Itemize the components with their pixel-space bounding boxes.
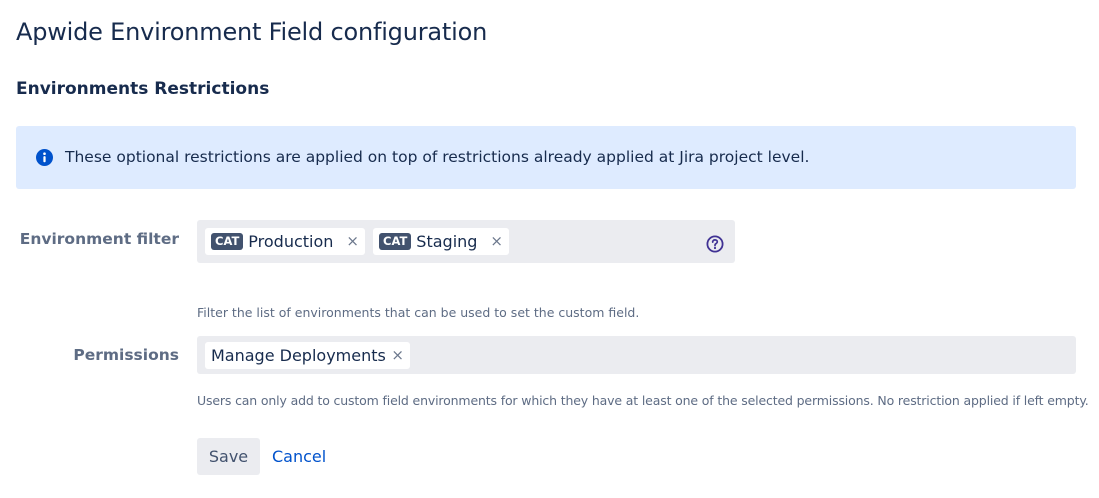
environment-filter-help-text: Filter the list of environments that can… [197,305,640,320]
permissions-label: Permissions [73,346,179,364]
remove-chip-icon[interactable]: × [346,233,359,250]
environment-filter-label: Environment filter [19,230,179,248]
category-badge: CAT [379,233,412,250]
chip-label: Production [248,232,334,251]
info-icon [36,149,53,166]
chip-label: Staging [416,232,478,251]
question-circle-icon[interactable] [706,235,724,253]
remove-chip-icon[interactable]: × [490,233,503,250]
section-title: Environments Restrictions [16,79,270,99]
page-title: Apwide Environment Field configuration [16,18,488,46]
category-badge: CAT [211,233,244,250]
environment-filter-select[interactable]: CAT Production × CAT Staging × [197,220,735,263]
remove-chip-icon[interactable]: × [391,347,404,364]
info-banner: These optional restrictions are applied … [16,126,1076,189]
permissions-help-text: Users can only add to custom field envir… [197,393,1089,408]
environment-chip: CAT Production × [205,228,365,255]
permissions-select[interactable]: Manage Deployments × [197,336,1076,374]
info-banner-text: These optional restrictions are applied … [65,148,810,166]
permission-chip: Manage Deployments × [205,342,410,369]
cancel-link[interactable]: Cancel [272,447,326,466]
save-button[interactable]: Save [197,438,260,475]
environment-chip: CAT Staging × [373,228,509,255]
chip-label: Manage Deployments [211,346,386,365]
